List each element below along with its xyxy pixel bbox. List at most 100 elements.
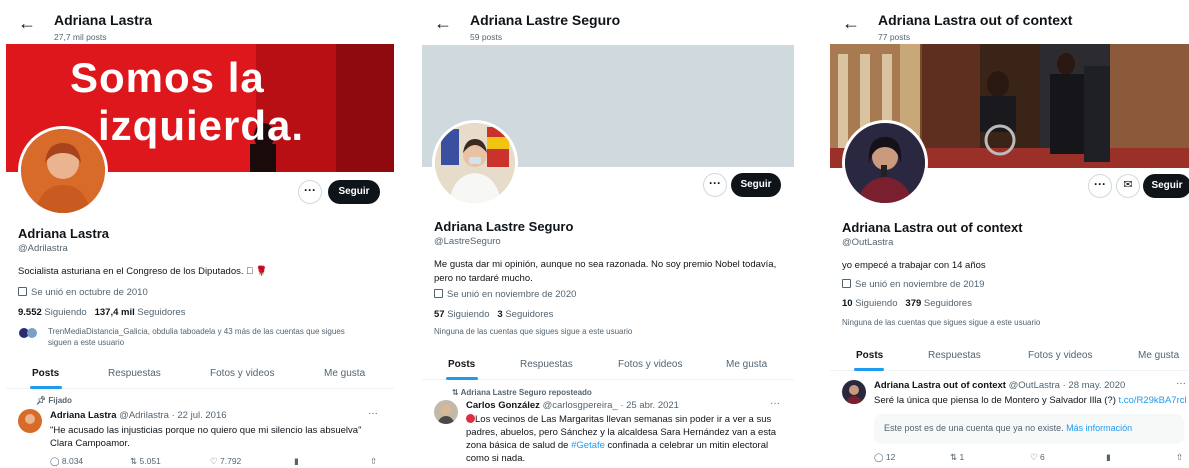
header-post-count: 77 posts xyxy=(878,32,911,42)
repost-button[interactable]: ⇅ 5.051 xyxy=(130,456,161,467)
profile-joined: Se unió en noviembre de 2019 xyxy=(842,279,984,290)
tab-posts[interactable]: Posts xyxy=(32,359,59,389)
views-icon[interactable]: ▮ xyxy=(294,456,299,467)
tab-posts[interactable]: Posts xyxy=(448,350,475,380)
back-arrow-icon[interactable]: ← xyxy=(434,14,452,32)
repost-button[interactable]: ⇅ 1 xyxy=(950,452,964,463)
joined-text: Se unió en noviembre de 2019 xyxy=(855,279,985,290)
pinned-indicator: 📌︎ Fijado xyxy=(36,396,72,405)
share-icon[interactable]: ⇧ xyxy=(370,456,377,467)
tab-media[interactable]: Fotos y videos xyxy=(618,350,682,380)
following-count[interactable]: 9.552 xyxy=(18,307,42,318)
profile-avatar[interactable] xyxy=(18,126,108,216)
calendar-icon xyxy=(434,289,443,298)
tweet-more-button[interactable]: ··· xyxy=(1176,378,1186,389)
like-count: 7.792 xyxy=(220,456,242,466)
tweet-author[interactable]: Carlos González xyxy=(466,400,540,411)
tab-media[interactable]: Fotos y videos xyxy=(1028,341,1092,371)
like-count: 6 xyxy=(1040,452,1045,462)
followers-label[interactable]: Seguidores xyxy=(924,298,972,309)
active-tab-indicator xyxy=(30,386,62,389)
joined-text: Se unió en octubre de 2010 xyxy=(31,287,148,298)
banner-text-line-1: Somos la xyxy=(70,54,265,101)
tab-likes[interactable]: Me gusta xyxy=(324,359,365,389)
following-label[interactable]: Siguiendo xyxy=(44,307,86,318)
message-button[interactable]: ✉︎ xyxy=(1116,174,1140,198)
repost-indicator: ⇅ Adriana Lastre Seguro reposteado xyxy=(452,388,592,397)
tweet-more-button[interactable]: ··· xyxy=(770,398,780,409)
tab-replies[interactable]: Respuestas xyxy=(108,359,161,389)
following-label[interactable]: Siguiendo xyxy=(447,309,489,320)
back-arrow-icon[interactable]: ← xyxy=(842,14,860,32)
followers-label[interactable]: Seguidores xyxy=(505,309,553,320)
more-options-button[interactable]: ··· xyxy=(1088,174,1112,198)
profile-header-bar: ← Adriana Lastra out of context 77 posts xyxy=(830,8,1189,44)
profile-panel-adriana-lastra-out-of-context: ← Adriana Lastra out of context 77 posts xyxy=(830,0,1189,468)
tweet-avatar[interactable] xyxy=(18,409,42,433)
tab-likes[interactable]: Me gusta xyxy=(1138,341,1179,371)
tab-posts[interactable]: Posts xyxy=(856,341,883,371)
follow-button[interactable]: Seguir xyxy=(1143,174,1189,198)
tweet-more-button[interactable]: ··· xyxy=(368,408,378,419)
reply-button[interactable]: ◯ 8.034 xyxy=(50,456,83,467)
profile-avatar[interactable] xyxy=(842,120,928,206)
following-count[interactable]: 10 xyxy=(842,298,853,309)
mutual-followers-note[interactable]: TrenMediaDistancia_Galicia, obdulia tabo… xyxy=(48,326,368,348)
profile-avatar[interactable] xyxy=(432,120,518,206)
back-arrow-icon[interactable]: ← xyxy=(18,14,36,32)
tab-media[interactable]: Fotos y videos xyxy=(210,359,274,389)
profile-handle: @LastreSeguro xyxy=(434,236,501,247)
share-icon[interactable]: ⇧ xyxy=(1176,452,1183,463)
tab-likes[interactable]: Me gusta xyxy=(726,350,767,380)
following-count[interactable]: 57 xyxy=(434,309,445,320)
more-info-link[interactable]: Más información xyxy=(1066,423,1132,433)
tweet-meta[interactable]: @Adrilastra · 22 jul. 2016 xyxy=(119,410,226,421)
profile-tabs: Posts Respuestas Fotos y videos Me gusta xyxy=(6,359,394,389)
pin-icon: 📌︎ xyxy=(36,396,47,405)
profile-bio: Socialista asturiana en el Congreso de l… xyxy=(18,266,268,277)
followers-count[interactable]: 3 xyxy=(497,309,502,320)
followers-count[interactable]: 137,4 mil xyxy=(95,307,135,318)
follow-button[interactable]: Seguir xyxy=(328,180,380,204)
tab-replies[interactable]: Respuestas xyxy=(928,341,981,371)
red-circle-emoji xyxy=(466,414,475,423)
tweet-link[interactable]: t.co/R29kBA7rcl xyxy=(1119,395,1187,406)
tweet-actions: ◯ 8.034 ⇅ 5.051 ♡ 7.792 ▮ ⇧ xyxy=(50,456,380,468)
tab-replies[interactable]: Respuestas xyxy=(520,350,573,380)
reply-button[interactable]: ◯ 12 xyxy=(874,452,895,463)
header-post-count: 59 posts xyxy=(470,32,503,42)
pinned-label: Fijado xyxy=(48,396,72,405)
follow-button[interactable]: Seguir xyxy=(731,173,781,197)
profile-handle: @OutLastra xyxy=(842,237,894,248)
tweet-avatar[interactable] xyxy=(842,380,866,404)
avatar-image xyxy=(435,123,515,203)
tweet-author[interactable]: Adriana Lastra out of context xyxy=(874,380,1006,391)
header-post-count: 27,7 mil posts xyxy=(54,32,107,42)
tweet-meta[interactable]: @carlosgpereira_ · 25 abr. 2021 xyxy=(543,400,679,411)
followers-count[interactable]: 379 xyxy=(905,298,921,309)
repost-label[interactable]: Adriana Lastre Seguro reposteado xyxy=(461,388,592,397)
tweet-text: "He acusado las injusticias porque no qu… xyxy=(50,425,362,449)
more-options-button[interactable]: ··· xyxy=(298,180,322,204)
profile-joined: Se unió en noviembre de 2020 xyxy=(434,289,576,300)
like-button[interactable]: ♡ 6 xyxy=(1030,452,1045,463)
calendar-icon xyxy=(18,287,27,296)
tweet-text: Los vecinos de Las Margaritas llevan sem… xyxy=(466,413,790,465)
tweet-author[interactable]: Adriana Lastra xyxy=(50,410,117,421)
views-icon[interactable]: ▮ xyxy=(1106,452,1111,463)
mutual-followers-note: Ninguna de las cuentas que sigues sigue … xyxy=(434,327,633,336)
repost-icon: ⇅ xyxy=(452,388,459,397)
followers-label[interactable]: Seguidores xyxy=(137,307,185,318)
mutual-followers-note: Ninguna de las cuentas que sigues sigue … xyxy=(842,318,1041,327)
tweet-text: Seré la única que piensa lo de Montero y… xyxy=(874,394,1187,407)
hashtag-link[interactable]: #Getafe xyxy=(571,440,605,451)
active-tab-indicator xyxy=(446,377,478,380)
profile-stats: 57 Siguiendo 3 Seguidores xyxy=(434,309,553,320)
following-label[interactable]: Siguiendo xyxy=(855,298,897,309)
deleted-account-notice: Este post es de una cuenta que ya no exi… xyxy=(874,414,1184,444)
more-options-button[interactable]: ··· xyxy=(703,173,727,197)
like-button[interactable]: ♡ 7.792 xyxy=(210,456,241,467)
tweet-avatar[interactable] xyxy=(434,400,458,424)
tweet-meta[interactable]: @OutLastra · 28 may. 2020 xyxy=(1009,380,1126,391)
profile-header-bar: ← Adriana Lastre Seguro 59 posts xyxy=(422,8,794,44)
